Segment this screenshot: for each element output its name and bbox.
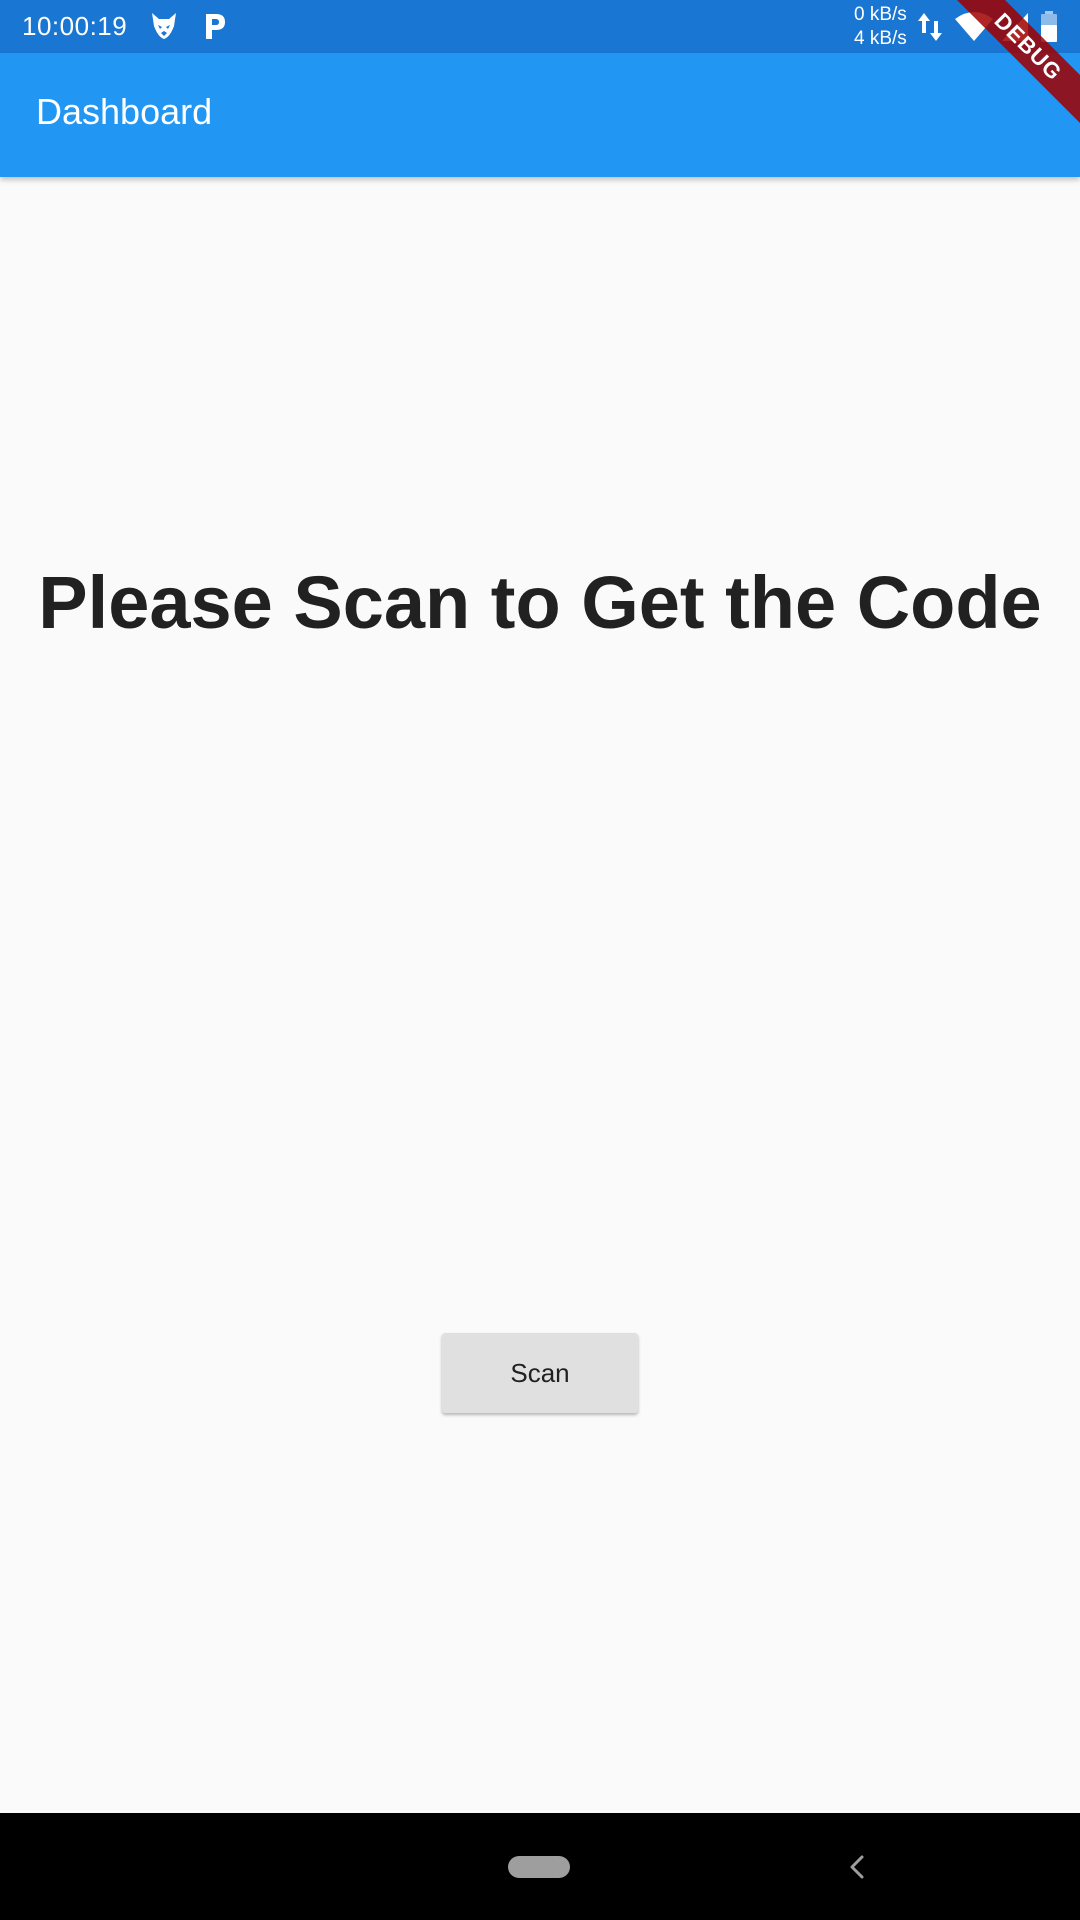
battery-icon — [1040, 11, 1058, 48]
p-icon — [198, 10, 230, 42]
scan-button[interactable]: Scan — [442, 1333, 638, 1413]
page-headline: Please Scan to Get the Code — [38, 561, 1042, 644]
status-time: 10:00:19 — [22, 11, 128, 41]
data-arrows-icon — [916, 11, 944, 48]
status-bar: 10:00:19 0 kB/s 4 kB/s — [0, 0, 1080, 53]
wifi-icon — [954, 11, 994, 48]
app-bar: Dashboard — [0, 53, 1080, 177]
system-nav-bar — [0, 1813, 1080, 1920]
network-down-speed: 4 kB/s — [854, 28, 907, 49]
screen: 10:00:19 0 kB/s 4 kB/s Dashboard DEBUG P… — [0, 0, 1080, 1920]
network-up-speed: 0 kB/s — [854, 4, 907, 25]
network-speed: 0 kB/s 4 kB/s — [854, 3, 907, 51]
back-icon[interactable] — [838, 1847, 878, 1887]
fox-icon — [148, 10, 180, 42]
app-title: Dashboard — [36, 91, 213, 132]
signal-icon — [1000, 11, 1030, 48]
home-pill-icon[interactable] — [508, 1856, 570, 1878]
